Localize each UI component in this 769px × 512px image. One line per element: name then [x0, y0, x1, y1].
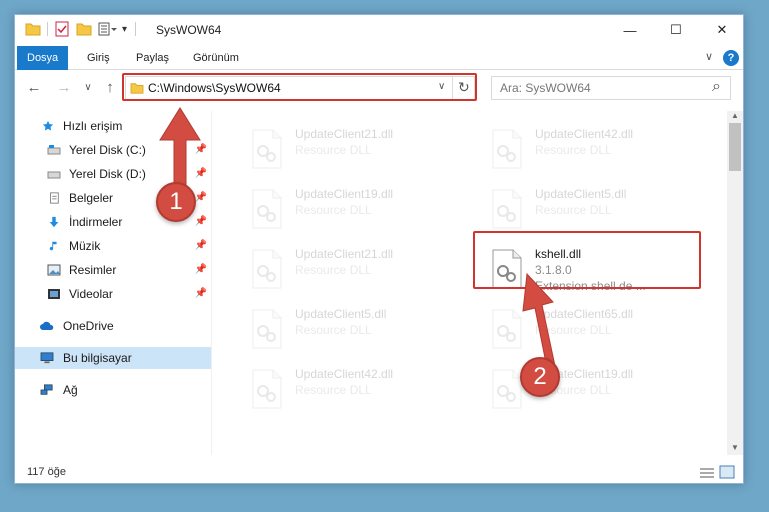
sidebar-item-label: Hızlı erişim: [63, 119, 123, 133]
file-detail: Resource DLL: [535, 143, 612, 157]
maximize-button[interactable]: ☐: [653, 15, 699, 45]
scrollbar-thumb[interactable]: [729, 123, 741, 171]
help-icon[interactable]: ?: [723, 50, 739, 66]
window-title: SysWOW64: [156, 23, 222, 37]
download-icon: [49, 216, 59, 228]
tab-gorunum[interactable]: Görünüm: [183, 46, 249, 70]
sidebar-item-label: Belgeler: [69, 191, 114, 205]
address-highlight-box: [122, 73, 477, 101]
file-item[interactable]: UpdateClient5.dll Resource DLL: [483, 183, 713, 237]
dll-file-icon: [492, 129, 522, 169]
new-folder-icon[interactable]: [76, 22, 92, 36]
file-name: UpdateClient42.dll: [535, 127, 634, 141]
tab-dosya[interactable]: Dosya: [17, 46, 69, 70]
view-toggle-icon[interactable]: [98, 22, 118, 36]
file-item[interactable]: UpdateClient42.dll Resource DLL: [243, 363, 473, 417]
file-name: UpdateClient21.dll: [295, 127, 394, 141]
tab-giris[interactable]: Giriş: [77, 46, 120, 70]
search-input[interactable]: Ara: SysWOW64: [500, 81, 591, 95]
sidebar-item-onedrive[interactable]: OneDrive: [15, 315, 211, 337]
file-item[interactable]: UpdateClient19.dll Resource DLL: [243, 183, 473, 237]
item-count: 117 öğe: [27, 466, 66, 478]
file-detail: Resource DLL: [295, 323, 372, 337]
file-name: UpdateClient19.dll: [295, 187, 394, 201]
status-bar: 117 öğe: [15, 461, 743, 483]
sidebar-item-label: Yerel Disk (C:): [69, 143, 146, 157]
sidebar-item-label: Yerel Disk (D:): [69, 167, 146, 181]
cloud-icon: [40, 321, 54, 330]
large-icons-view-icon[interactable]: [719, 465, 735, 479]
sidebar-item-pictures[interactable]: Resimler 📌: [15, 259, 211, 281]
music-icon: [49, 241, 57, 251]
sidebar-item-label: Videolar: [69, 287, 113, 301]
vertical-scrollbar[interactable]: ▲ ▼: [727, 111, 743, 455]
quick-access-toolbar: ▾: [25, 21, 144, 37]
dll-file-icon: [252, 369, 282, 409]
sidebar-item-videos[interactable]: Videolar 📌: [15, 283, 211, 305]
sidebar-item-label: Resimler: [69, 263, 117, 277]
file-name: UpdateClient42.dll: [295, 367, 394, 381]
search-box[interactable]: Ara: SysWOW64 ⌕: [491, 76, 731, 100]
pane-splitter[interactable]: [211, 111, 212, 455]
dll-file-icon: [252, 189, 282, 229]
pin-icon[interactable]: 📌: [195, 240, 207, 251]
details-view-icon[interactable]: [699, 467, 715, 479]
sidebar-item-network[interactable]: Ağ: [15, 379, 211, 401]
file-detail: Resource DLL: [295, 263, 372, 277]
recent-locations-button[interactable]: ∨: [77, 77, 99, 99]
dll-file-icon: [252, 129, 282, 169]
sidebar-item-label: OneDrive: [63, 319, 114, 333]
ribbon-expand-icon[interactable]: ∨: [705, 50, 713, 63]
sidebar-item-label: İndirmeler: [69, 215, 123, 229]
dll-file-icon: [252, 309, 282, 349]
drive-icon: [47, 171, 61, 179]
file-name: UpdateClient5.dll: [295, 307, 387, 321]
drive-icon: [47, 145, 61, 155]
back-button[interactable]: ←: [23, 77, 45, 99]
customize-quick-access-icon[interactable]: ▾: [122, 24, 127, 35]
video-icon: [48, 289, 60, 299]
up-button[interactable]: ↑: [99, 77, 121, 99]
file-detail: Resource DLL: [295, 143, 372, 157]
pictures-icon: [47, 264, 61, 276]
file-detail: Resource DLL: [295, 203, 372, 217]
computer-icon: [40, 352, 54, 364]
file-name: UpdateClient5.dll: [535, 187, 627, 201]
scroll-down-icon[interactable]: ▼: [731, 443, 739, 452]
file-item[interactable]: UpdateClient21.dll Resource DLL: [243, 243, 473, 297]
sidebar-item-this-pc[interactable]: Bu bilgisayar: [15, 347, 211, 369]
annotation-badge-1: 1: [156, 182, 196, 222]
star-icon: [42, 120, 54, 131]
pin-icon[interactable]: 📌: [195, 264, 207, 275]
sidebar-item-label: Bu bilgisayar: [63, 351, 132, 365]
folder-icon: [25, 23, 41, 36]
file-detail: Resource DLL: [295, 383, 372, 397]
file-item[interactable]: UpdateClient21.dll Resource DLL: [243, 123, 473, 177]
file-item[interactable]: UpdateClient5.dll Resource DLL: [243, 303, 473, 357]
sidebar-item-label: Müzik: [69, 239, 101, 253]
properties-icon[interactable]: [54, 21, 70, 37]
dll-file-icon: [492, 189, 522, 229]
close-button[interactable]: ✕: [699, 15, 743, 45]
ribbon-tabs: Dosya Giriş Paylaş Görünüm ∨ ?: [15, 46, 743, 70]
minimize-button[interactable]: —: [607, 15, 653, 45]
scroll-up-icon[interactable]: ▲: [731, 111, 739, 120]
dll-file-icon: [252, 249, 282, 289]
title-bar: ▾ SysWOW64 — ☐ ✕: [15, 15, 743, 45]
network-icon: [40, 384, 53, 395]
file-item[interactable]: UpdateClient42.dll Resource DLL: [483, 123, 713, 177]
file-detail: Resource DLL: [535, 203, 612, 217]
search-icon[interactable]: ⌕: [712, 78, 721, 96]
explorer-window: ▾ SysWOW64 — ☐ ✕ Dosya Giriş Paylaş Görü…: [14, 14, 744, 484]
file-name: UpdateClient21.dll: [295, 247, 394, 261]
annotation-badge-2: 2: [520, 357, 560, 397]
forward-button[interactable]: →: [53, 77, 75, 99]
tab-paylas[interactable]: Paylaş: [126, 46, 179, 70]
pin-icon[interactable]: 📌: [195, 288, 207, 299]
documents-icon: [50, 192, 59, 204]
sidebar-item-label: Ağ: [63, 383, 78, 397]
sidebar-item-music[interactable]: Müzik 📌: [15, 235, 211, 257]
